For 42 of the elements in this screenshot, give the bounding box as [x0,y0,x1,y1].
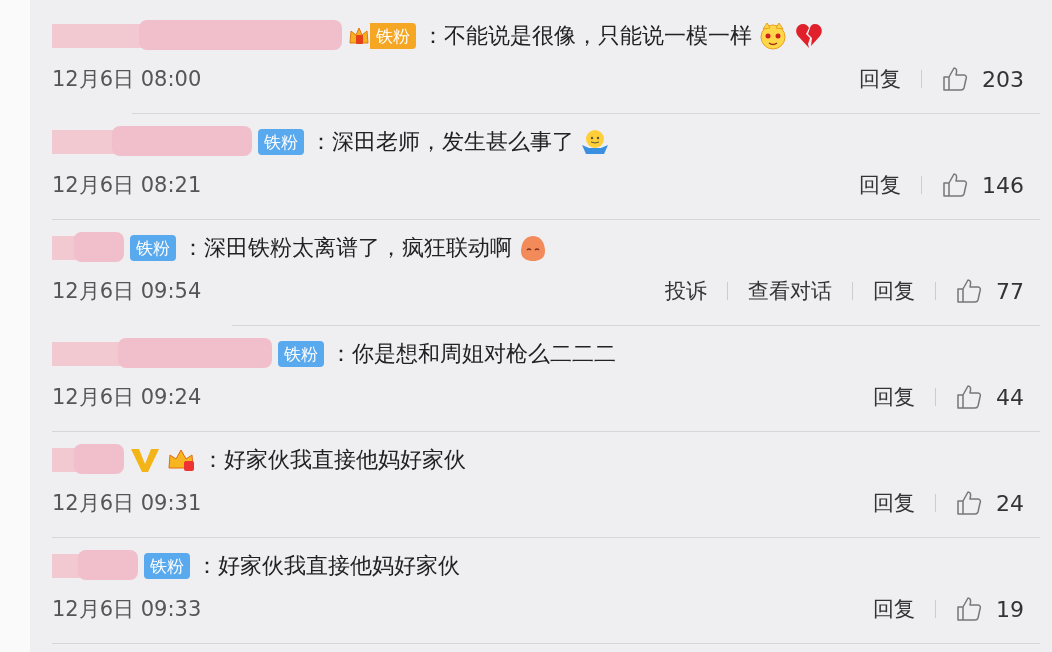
comment-date: 12月6日 09:54 [52,278,202,305]
thumbs-up-icon[interactable] [942,66,968,92]
action-link[interactable]: 回复 [873,383,915,411]
thumbs-up-icon[interactable] [956,384,982,410]
comment-text: ：深田铁粉太离谱了，疯狂联动啊 [182,234,512,262]
thumbs-up-icon[interactable] [956,490,982,516]
comment-date: 12月6日 08:21 [52,172,202,199]
like-count: 77 [996,278,1024,304]
action-link[interactable]: 回复 [873,489,915,517]
action-link[interactable]: 回复 [873,277,915,305]
action-link[interactable]: 回复 [859,65,901,93]
thumbs-up-icon[interactable] [942,172,968,198]
action-link[interactable]: 回复 [873,595,915,623]
like-count: 24 [996,490,1024,516]
action-link[interactable]: 回复 [859,171,901,199]
action-link[interactable]: 投诉 [665,277,707,305]
face-icon [758,21,788,51]
shrug-icon [580,127,610,157]
comment-text: ：深田老师，发生甚么事了 [310,128,574,156]
like-count: 44 [996,384,1024,410]
like-count: 146 [982,172,1024,198]
comment-text: ：不能说是很像，只能说一模一样 [422,22,752,50]
fan-badge: 铁粉 [130,235,176,261]
comment-date: 12月6日 08:00 [52,66,202,93]
blurred-name [52,444,124,476]
comment-date: 12月6日 09:24 [52,384,202,411]
comment-text: ：你是想和周姐对枪么二二二 [330,340,616,368]
comment-date: 12月6日 09:31 [52,490,202,517]
blurred-name [52,232,124,264]
fan-badge: 铁粉 [144,553,190,579]
fan-badge: 铁粉 [258,129,304,155]
blob-icon [518,233,548,263]
like-count: 19 [996,596,1024,622]
comment-text: ：好家伙我直接他妈好家伙 [202,446,466,474]
thumbs-up-icon[interactable] [956,278,982,304]
action-link[interactable]: 查看对话 [748,277,832,305]
fan-badge: 铁粉 [370,23,416,49]
like-count: 203 [982,66,1024,92]
fan-badge: 铁粉 [278,341,324,367]
comment-text: ：好家伙我直接他妈好家伙 [196,552,460,580]
comment-date: 12月6日 09:33 [52,596,202,623]
thumbs-up-icon[interactable] [956,596,982,622]
